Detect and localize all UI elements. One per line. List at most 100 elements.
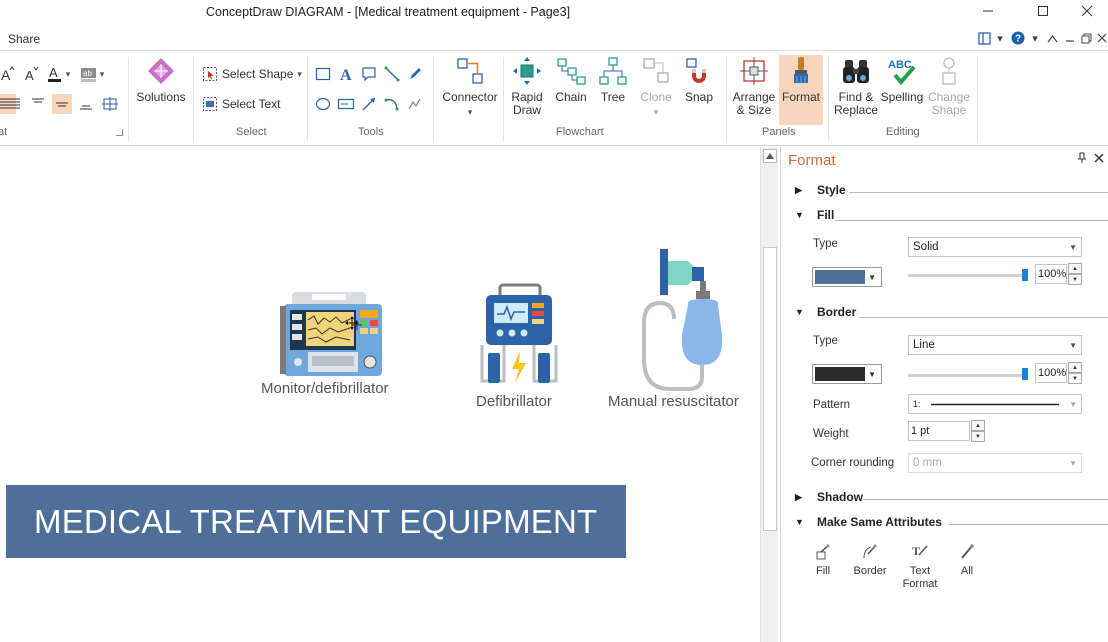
- section-style-title: Style: [817, 183, 846, 197]
- fill-opacity-slider-thumb[interactable]: [1022, 269, 1028, 281]
- menu-row: Share ▾ ? ▾: [0, 26, 1108, 50]
- rapid-draw-button[interactable]: Rapid Draw: [507, 55, 547, 125]
- spelling-button[interactable]: ABC Spelling: [880, 55, 924, 125]
- section-fill[interactable]: ▼ Fill: [795, 207, 834, 223]
- text-tool-icon[interactable]: A: [336, 64, 356, 84]
- group-label-tools: Tools: [358, 126, 384, 138]
- border-opacity-slider-thumb[interactable]: [1022, 368, 1028, 380]
- border-type-dropdown[interactable]: Line ▼: [908, 335, 1082, 355]
- fill-opacity-slider-track[interactable]: [908, 274, 1028, 277]
- align-top-icon[interactable]: [28, 94, 48, 114]
- fill-type-label: Type: [813, 238, 838, 250]
- collapse-triangle-icon: ▼: [795, 307, 804, 317]
- help-icon[interactable]: ?: [1011, 30, 1025, 46]
- rectangle-tool-icon[interactable]: [313, 64, 333, 84]
- font-grow-icon[interactable]: A: [0, 64, 16, 84]
- doc-minimize-icon[interactable]: [1064, 30, 1076, 46]
- spin-up-icon[interactable]: ▲: [1068, 263, 1082, 274]
- panel-close-icon[interactable]: [1094, 152, 1104, 166]
- svg-text:A: A: [1, 67, 11, 83]
- border-color-picker[interactable]: ▼: [812, 364, 882, 384]
- textbox-tool-icon[interactable]: [336, 94, 356, 114]
- section-shadow[interactable]: ▶ Shadow: [795, 489, 863, 505]
- font-shrink-icon[interactable]: A: [22, 64, 42, 84]
- change-shape-button[interactable]: Change Shape: [925, 55, 973, 125]
- chevron-down-icon[interactable]: ▾: [96, 64, 108, 84]
- tree-button[interactable]: Tree: [594, 55, 632, 125]
- spin-down-icon[interactable]: ▼: [1068, 373, 1082, 384]
- align-bottom-icon[interactable]: [76, 94, 96, 114]
- solutions-button[interactable]: Solutions: [133, 55, 189, 125]
- justify-icon[interactable]: [4, 94, 24, 114]
- fill-opacity-input[interactable]: 100%: [1035, 264, 1067, 284]
- chain-button[interactable]: Chain: [551, 55, 591, 125]
- freehand-tool-icon[interactable]: [405, 94, 425, 114]
- arrange-size-button[interactable]: Arrange & Size: [731, 55, 777, 125]
- border-opacity-input[interactable]: 100%: [1035, 363, 1067, 383]
- dialog-launcher-icon[interactable]: [116, 129, 123, 136]
- make-same-text-format-button[interactable]: T Text Format: [895, 542, 945, 591]
- arrow-tool-icon[interactable]: [359, 94, 379, 114]
- make-same-border-button[interactable]: Border: [845, 542, 895, 578]
- pen-tool-icon[interactable]: [405, 64, 425, 84]
- text-direction-icon[interactable]: [100, 94, 120, 114]
- corner-rounding-dropdown[interactable]: 0 mm ▼: [908, 453, 1082, 473]
- fill-opacity-stepper[interactable]: ▲ ▼: [1068, 263, 1082, 285]
- fill-color-swatch: [815, 270, 865, 284]
- connector-button[interactable]: Connector ▾: [440, 55, 500, 125]
- fill-color-picker[interactable]: ▼: [812, 267, 882, 287]
- spin-up-icon[interactable]: ▲: [1068, 362, 1082, 373]
- tree-icon: [597, 55, 629, 87]
- select-shape-button[interactable]: Select Shape ▾: [202, 64, 302, 84]
- format-button[interactable]: Format: [779, 55, 823, 125]
- chevron-down-icon[interactable]: ▾: [995, 30, 1005, 46]
- fill-type-dropdown[interactable]: Solid ▼: [908, 237, 1082, 257]
- chevron-down-icon[interactable]: ▾: [62, 64, 74, 84]
- line-tool-icon[interactable]: [382, 64, 402, 84]
- vertical-scrollbar[interactable]: [760, 147, 778, 642]
- weight-stepper[interactable]: ▲ ▼: [971, 420, 985, 442]
- menu-share[interactable]: Share: [8, 32, 40, 46]
- spin-up-icon[interactable]: ▲: [971, 420, 985, 431]
- section-style[interactable]: ▶ Style: [795, 182, 846, 198]
- ribbon: A A A ▾ ab ▾ at Solutions Select Shape ▾…: [0, 50, 1108, 146]
- layout-icon[interactable]: [977, 30, 991, 46]
- callout-tool-icon[interactable]: [359, 64, 379, 84]
- curve-tool-icon[interactable]: [382, 94, 402, 114]
- snap-button[interactable]: Snap: [680, 55, 718, 125]
- select-text-button[interactable]: Select Text: [202, 94, 280, 114]
- ribbon-collapse-icon[interactable]: [1046, 30, 1058, 46]
- make-same-fill-button[interactable]: Fill: [798, 542, 848, 578]
- pattern-dropdown[interactable]: 1: ▼: [908, 394, 1082, 414]
- drawing-canvas[interactable]: Monitor/defibrillator Defibrillator Manu…: [0, 147, 760, 642]
- title-banner-shape[interactable]: MEDICAL TREATMENT EQUIPMENT: [6, 485, 626, 558]
- spelling-abc-text: ABC: [888, 59, 912, 71]
- make-same-all-button[interactable]: All: [942, 542, 992, 578]
- clone-button[interactable]: Clone ▾: [636, 55, 676, 125]
- align-middle-icon[interactable]: [52, 94, 72, 114]
- scroll-up-button[interactable]: [763, 149, 777, 163]
- doc-close-icon[interactable]: [1096, 30, 1108, 46]
- weight-input[interactable]: 1 pt: [908, 421, 970, 441]
- section-border[interactable]: ▼ Border: [795, 304, 856, 320]
- find-replace-button[interactable]: Find & Replace: [833, 55, 879, 125]
- section-make-same[interactable]: ▼ Make Same Attributes: [795, 514, 942, 530]
- spin-down-icon[interactable]: ▼: [1068, 274, 1082, 285]
- chevron-down-icon[interactable]: ▾: [1030, 30, 1040, 46]
- spin-down-icon[interactable]: ▼: [971, 431, 985, 442]
- scroll-thumb[interactable]: [763, 247, 777, 531]
- minimize-icon: [983, 10, 993, 12]
- chevron-down-icon: ▼: [1069, 459, 1077, 468]
- defibrillator-shape[interactable]: [470, 283, 568, 393]
- monitor-defibrillator-shape[interactable]: [278, 290, 386, 382]
- border-opacity-slider-track[interactable]: [908, 374, 1028, 377]
- chevron-down-icon: ▼: [868, 273, 876, 282]
- manual-resuscitator-shape[interactable]: [632, 247, 732, 392]
- close-window-button[interactable]: [1066, 0, 1108, 22]
- minimize-button[interactable]: [965, 0, 1011, 22]
- border-opacity-stepper[interactable]: ▲ ▼: [1068, 362, 1082, 384]
- pin-icon[interactable]: [1077, 152, 1087, 167]
- doc-restore-icon[interactable]: [1080, 30, 1092, 46]
- ellipse-tool-icon[interactable]: [313, 94, 333, 114]
- maximize-button[interactable]: [1020, 0, 1066, 22]
